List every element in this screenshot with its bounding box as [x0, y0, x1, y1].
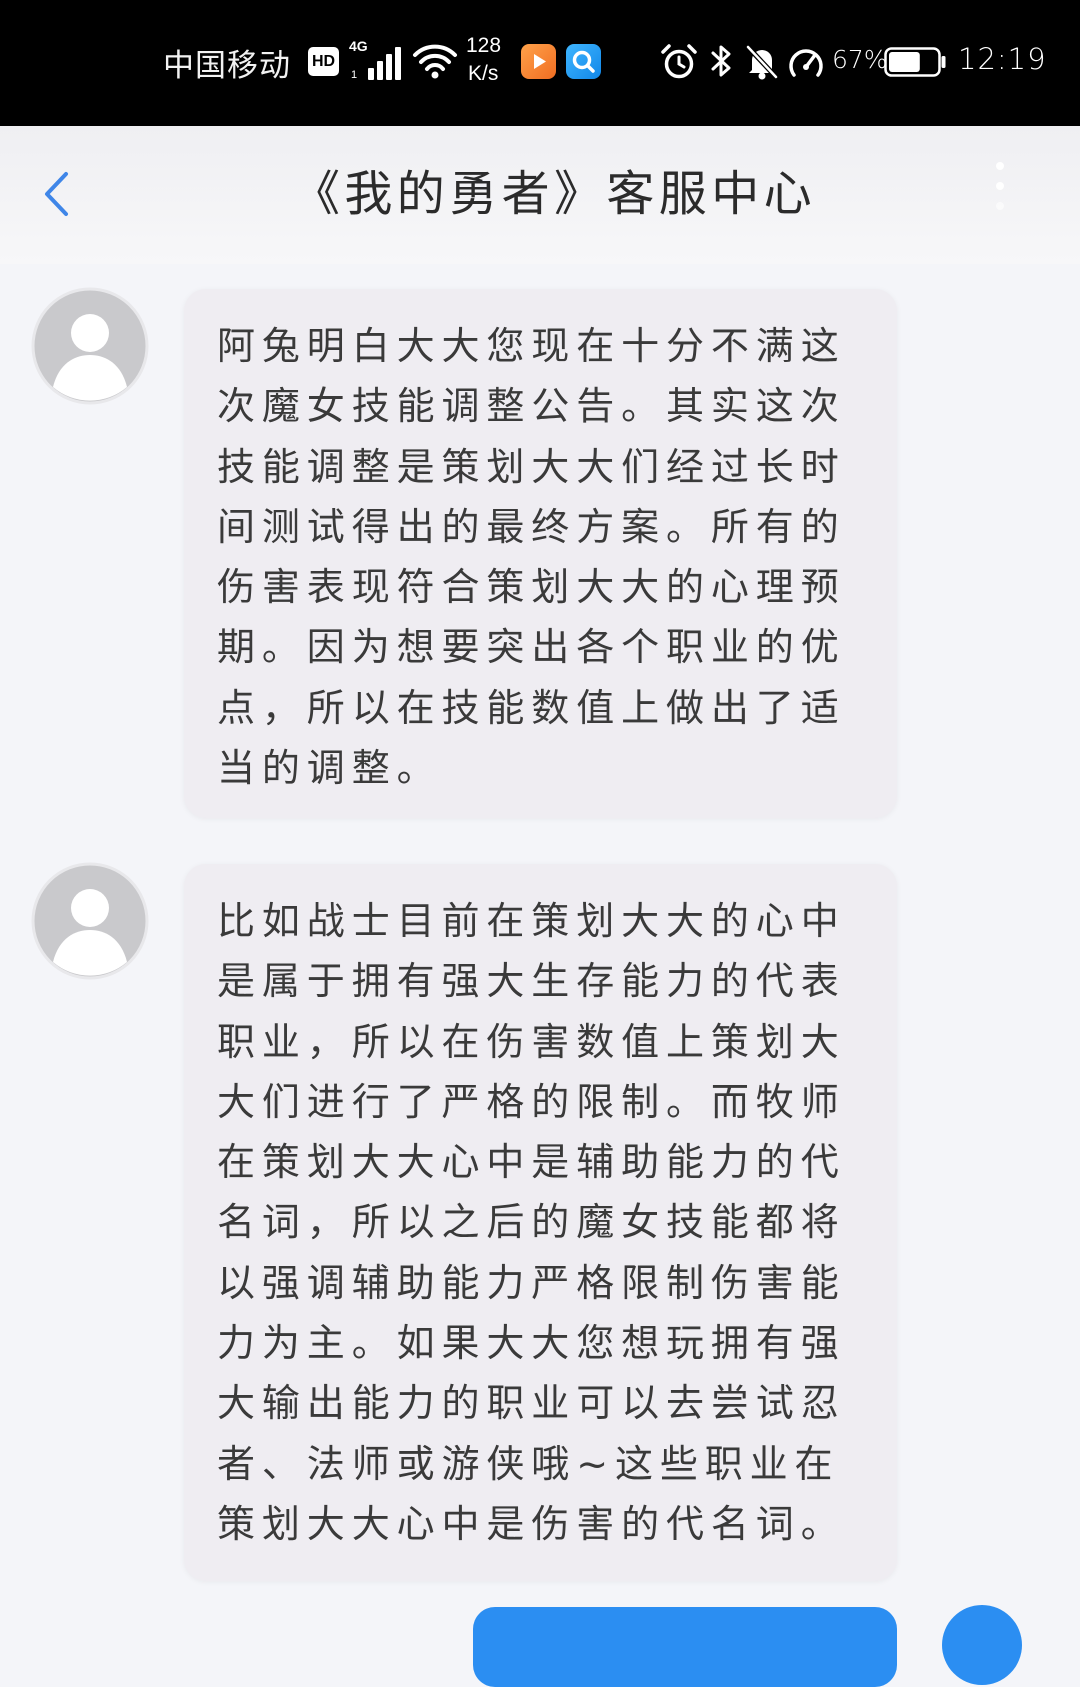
- message-text: 比如战士目前在策划大大的心中 是属于拥有强大生存能力的代表 职业，所以在伤害数值…: [217, 891, 846, 1554]
- alarm-icon: [661, 44, 697, 79]
- battery-fill: [889, 52, 920, 72]
- mute-bell-icon: [746, 45, 778, 80]
- message-line: 力为主。如果大大您想玩拥有强: [217, 1321, 846, 1366]
- status-bar: 中国移动 HD 4G 1 128 K/s 67% 12:19: [0, 0, 1080, 126]
- message-text: 阿兔明白大大您现在十分不满这 次魔女技能调整公告。其实这次 技能调整是策划大大们…: [217, 316, 846, 798]
- net-speed-value: 128: [466, 34, 502, 57]
- message-bubble: 阿兔明白大大您现在十分不满这 次魔女技能调整公告。其实这次 技能调整是策划大大们…: [184, 289, 897, 818]
- message-line: 阿兔明白大大您现在十分不满这: [217, 324, 846, 368]
- search-app-icon: [566, 44, 601, 79]
- more-button[interactable]: [985, 156, 1015, 216]
- message-line: 以强调辅助能力严格限制伤害能: [217, 1260, 846, 1305]
- message-line: 是属于拥有强大生存能力的代表: [217, 959, 846, 1004]
- user-message-bubble: [473, 1607, 897, 1687]
- service-avatar[interactable]: [31, 287, 149, 405]
- chat-header: 《我的勇者》客服中心: [0, 126, 1080, 264]
- default-avatar-icon: [31, 287, 149, 405]
- back-button[interactable]: [30, 162, 82, 226]
- wifi-icon: [413, 44, 457, 79]
- message-bubble: 比如战士目前在策划大大的心中 是属于拥有强大生存能力的代表 职业，所以在伤害数值…: [184, 864, 897, 1581]
- user-avatar[interactable]: [942, 1605, 1022, 1685]
- message-line: 期。因为想要突出各个职业的优: [217, 625, 846, 670]
- message-line: 比如战士目前在策划大大的心中: [217, 899, 846, 943]
- message-line: 技能调整是策划大大们经过长时: [217, 444, 846, 489]
- signal-icon: 1: [351, 47, 401, 81]
- more-vertical-icon: [996, 162, 1004, 210]
- message-line: 大们进行了严格的限制。而牧师: [217, 1079, 846, 1124]
- message-line: 者、法师或游侠哦~这些职业在: [217, 1441, 840, 1486]
- message-line: 职业，所以在伤害数值上策划大: [217, 1019, 846, 1064]
- chevron-left-icon: [45, 172, 68, 216]
- message-line: 在策划大大心中是辅助能力的代: [217, 1140, 846, 1185]
- video-app-icon: [521, 44, 556, 79]
- message-line: 名词，所以之后的魔女技能都将: [217, 1200, 846, 1245]
- clock-time: 12:19: [958, 42, 1047, 76]
- svg-text:1: 1: [351, 69, 357, 81]
- message-line: 次魔女技能调整公告。其实这次: [217, 384, 846, 429]
- carrier-name: 中国移动: [163, 48, 291, 84]
- battery-percent: 67%: [832, 45, 888, 74]
- message-line: 当的调整。: [217, 746, 442, 791]
- battery-icon: [884, 47, 946, 77]
- message-line: 间测试得出的最终方案。所有的: [217, 504, 846, 549]
- default-avatar-icon: [31, 862, 149, 980]
- service-avatar[interactable]: [31, 862, 149, 980]
- page-title: 《我的勇者》客服中心: [292, 166, 817, 222]
- hd-icon: HD: [308, 47, 339, 76]
- speed-icon: [789, 49, 823, 77]
- message-line: 大输出能力的职业可以去尝试忍: [217, 1381, 846, 1426]
- net-speed-unit: K/s: [468, 62, 499, 85]
- message-line: 伤害表现符合策划大大的心理预: [217, 565, 846, 610]
- message-line: 点，所以在技能数值上做出了适: [217, 685, 846, 730]
- bluetooth-icon: [711, 45, 731, 77]
- message-line: 策划大大心中是伤害的代名词。: [217, 1501, 846, 1546]
